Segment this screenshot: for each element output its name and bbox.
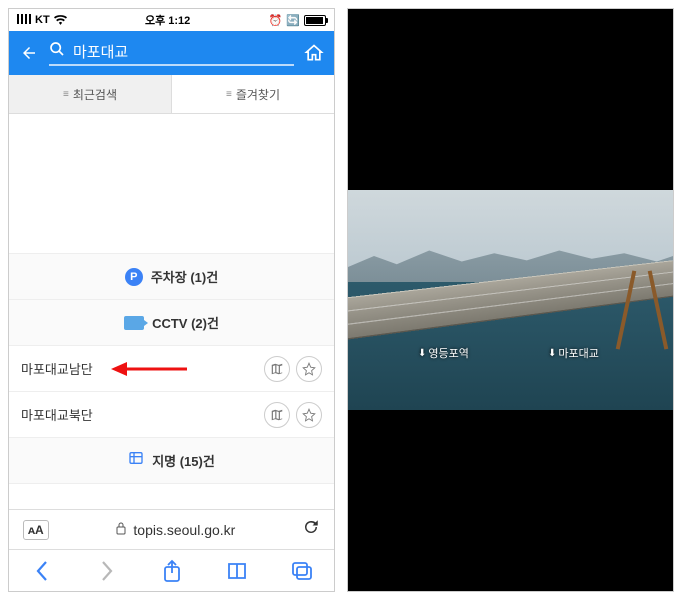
url-bar[interactable]: ᴀA topis.seoul.go.kr xyxy=(9,509,334,549)
favorite-button[interactable] xyxy=(296,402,322,428)
map-icon xyxy=(270,362,284,376)
alarm-icon: ⏰ xyxy=(269,14,283,27)
video-construction xyxy=(618,270,668,350)
tabs: ≡ 최근검색 ≡ 즐겨찾기 xyxy=(9,75,334,114)
nav-back-button[interactable] xyxy=(22,560,62,582)
map-button[interactable] xyxy=(264,356,290,382)
cctv-icon xyxy=(124,316,144,330)
cctv-video[interactable]: 영등포역 마포대교 xyxy=(348,190,673,410)
share-button[interactable] xyxy=(152,559,192,583)
tab-favorites[interactable]: ≡ 즐겨찾기 xyxy=(172,75,334,113)
section-parking-label: 주차장 (1)건 xyxy=(151,267,218,286)
time-label: 오후 1:12 xyxy=(145,12,190,28)
favorite-button[interactable] xyxy=(296,356,322,382)
list-item[interactable]: 마포대교남단 xyxy=(9,346,334,392)
section-cctv-label: CCTV (2)건 xyxy=(152,313,219,332)
bookmarks-button[interactable] xyxy=(217,561,257,581)
nav-forward-button[interactable] xyxy=(87,560,127,582)
battery-icon xyxy=(304,15,326,26)
star-icon xyxy=(302,408,316,422)
star-icon xyxy=(302,362,316,376)
reader-button[interactable]: ᴀA xyxy=(23,520,49,540)
list-item[interactable]: 마포대교북단 xyxy=(9,392,334,438)
lock-icon xyxy=(115,521,127,539)
signal-icon xyxy=(17,14,31,27)
phone-right: 영등포역 마포대교 xyxy=(347,8,674,592)
section-parking[interactable]: P 주차장 (1)건 xyxy=(9,254,334,300)
tab-favorites-label: 즐겨찾기 xyxy=(236,86,280,103)
video-label-right: 마포대교 xyxy=(548,345,599,361)
list-item-label: 마포대교남단 xyxy=(21,359,93,378)
home-button[interactable] xyxy=(302,41,326,65)
rotation-lock-icon: 🔄 xyxy=(286,14,300,27)
favorites-icon: ≡ xyxy=(226,89,232,100)
url-text: topis.seoul.go.kr xyxy=(133,522,235,538)
status-bar: KT 오후 1:12 ⏰ 🔄 xyxy=(9,9,334,31)
search-header xyxy=(9,31,334,75)
map-icon xyxy=(270,408,284,422)
map-button[interactable] xyxy=(264,402,290,428)
search-input[interactable] xyxy=(73,43,294,60)
annotation-arrow-icon xyxy=(109,358,189,380)
video-label-left: 영등포역 xyxy=(418,345,469,361)
blank-area xyxy=(9,114,334,254)
phone-left: KT 오후 1:12 ⏰ 🔄 ≡ 최근검색 ≡ 즐겨찾 xyxy=(8,8,335,592)
section-places[interactable]: 지명 (15)건 xyxy=(9,438,334,484)
carrier-label: KT xyxy=(35,14,50,26)
search-icon xyxy=(49,41,67,62)
search-box[interactable] xyxy=(49,41,294,66)
tab-recent-label: 최근검색 xyxy=(73,86,117,103)
recent-icon: ≡ xyxy=(63,89,69,100)
section-places-label: 지명 (15)건 xyxy=(152,451,215,470)
tab-recent[interactable]: ≡ 최근검색 xyxy=(9,75,172,113)
parking-icon: P xyxy=(125,268,143,286)
places-icon xyxy=(128,450,144,471)
tabs-button[interactable] xyxy=(282,561,322,581)
list-item-label: 마포대교북단 xyxy=(21,405,93,424)
section-cctv[interactable]: CCTV (2)건 xyxy=(9,300,334,346)
browser-toolbar xyxy=(9,549,334,591)
reload-button[interactable] xyxy=(302,518,320,541)
wifi-icon xyxy=(54,15,67,25)
back-button[interactable] xyxy=(17,41,41,65)
